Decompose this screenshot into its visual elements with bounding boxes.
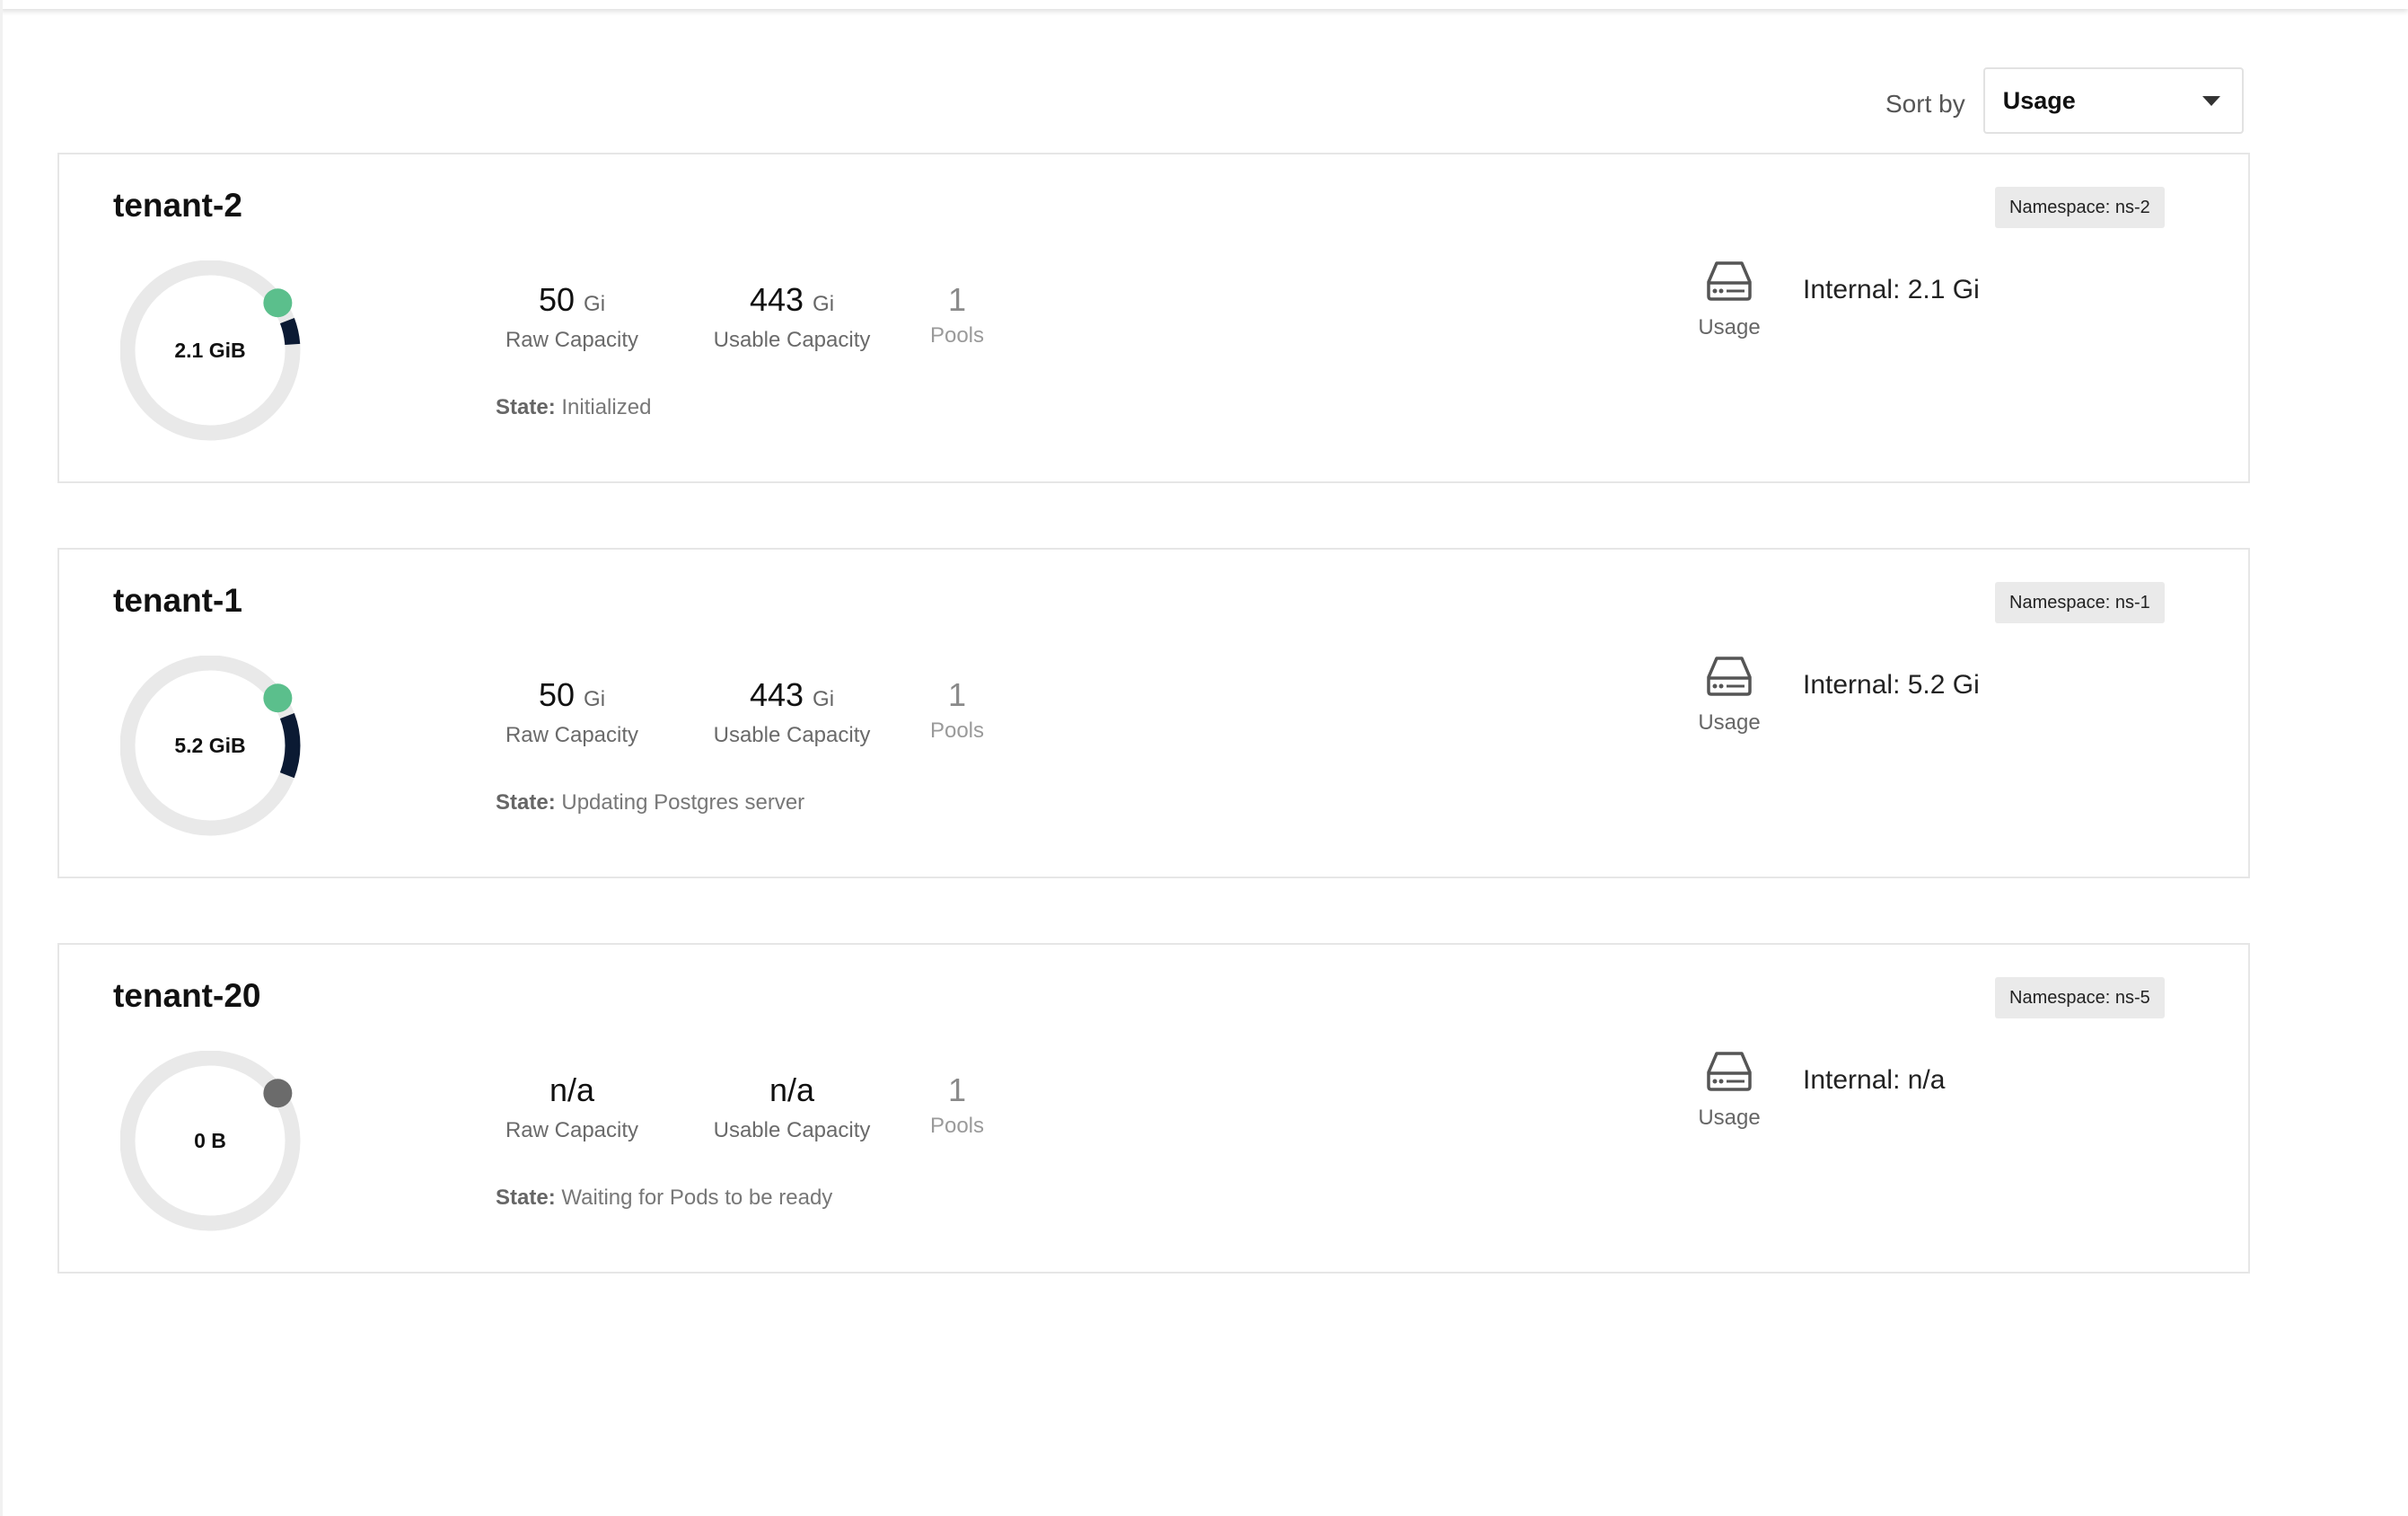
usable-capacity-metric: 443 Gi Usable Capacity [693, 675, 891, 748]
usage-donut: 0 B [120, 1051, 318, 1248]
usable-capacity-value: 443 [749, 676, 804, 713]
pools-value: 1 [947, 676, 967, 713]
usable-capacity-metric: 443 Gi Usable Capacity [693, 280, 891, 353]
tenant-state: State: Waiting for Pods to be ready [496, 1185, 832, 1211]
state-label: State: [496, 1185, 556, 1210]
sort-control: Sort by Usage [1885, 65, 2244, 137]
namespace-badge: Namespace: ns-1 [1995, 582, 2165, 623]
usage-donut: 2.1 GiB [120, 260, 318, 458]
state-label: State: [496, 790, 556, 815]
state-value: Updating Postgres server [561, 790, 805, 815]
pools-metric: 1 Pools [921, 1071, 993, 1139]
usable-capacity-label: Usable Capacity [713, 328, 871, 352]
usage-block: Usage [1684, 260, 1774, 340]
usage-block: Usage [1684, 1051, 1774, 1131]
tenant-state: State: Initialized [496, 395, 651, 420]
raw-capacity-value: 50 [538, 281, 576, 318]
raw-capacity-metric: 50 Gi Raw Capacity [496, 280, 648, 353]
pools-value: 1 [947, 281, 967, 318]
raw-capacity-label: Raw Capacity [505, 328, 639, 352]
raw-capacity-unit: Gi [584, 687, 606, 711]
tenant-name[interactable]: tenant-20 [113, 977, 260, 1015]
usable-capacity-value: n/a [769, 1071, 815, 1108]
namespace-badge: Namespace: ns-2 [1995, 187, 2165, 228]
raw-capacity-value: n/a [549, 1071, 595, 1108]
pools-label: Pools [929, 718, 985, 743]
donut-used-label: 2.1 GiB [174, 338, 246, 362]
left-edge [0, 0, 3, 1516]
tenant-card[interactable]: tenant-1 Namespace: ns-1 5.2 GiB 50 Gi R… [57, 548, 2250, 878]
tenant-card[interactable]: tenant-20 Namespace: ns-5 0 B n/a Raw Ca… [57, 943, 2250, 1274]
internal-usage: Internal: n/a [1803, 1065, 1946, 1095]
sort-selected-value: Usage [2002, 86, 2076, 114]
usage-donut: 5.2 GiB [120, 656, 318, 853]
raw-capacity-metric: 50 Gi Raw Capacity [496, 675, 648, 748]
tenant-card[interactable]: tenant-2 Namespace: ns-2 2.1 GiB 50 Gi R… [57, 153, 2250, 483]
usage-label: Usage [1698, 1106, 1761, 1130]
hard-drive-icon [1707, 657, 1752, 696]
internal-usage: Internal: 2.1 Gi [1803, 275, 1980, 304]
state-value: Initialized [561, 395, 652, 419]
raw-capacity-label: Raw Capacity [505, 723, 639, 747]
pools-label: Pools [929, 323, 985, 348]
state-value: Waiting for Pods to be ready [561, 1185, 833, 1210]
internal-usage: Internal: 5.2 Gi [1803, 670, 1980, 700]
namespace-badge: Namespace: ns-5 [1995, 977, 2165, 1018]
hard-drive-icon [1707, 1052, 1752, 1091]
chevron-down-icon [2201, 95, 2220, 106]
usage-block: Usage [1684, 656, 1774, 736]
raw-capacity-unit: Gi [584, 292, 606, 316]
sort-select[interactable]: Usage [1982, 67, 2244, 134]
usage-label: Usage [1698, 315, 1761, 339]
sort-label: Sort by [1885, 90, 1965, 118]
pools-metric: 1 Pools [921, 280, 993, 348]
usable-capacity-value: 443 [749, 281, 804, 318]
tenant-state: State: Updating Postgres server [496, 790, 804, 815]
donut-used-label: 5.2 GiB [174, 733, 246, 757]
usable-capacity-label: Usable Capacity [713, 1118, 871, 1142]
top-bar [0, 0, 2408, 9]
tenant-name[interactable]: tenant-1 [113, 582, 242, 620]
donut-used-label: 0 B [194, 1128, 226, 1152]
raw-capacity-metric: n/a Raw Capacity [496, 1071, 648, 1143]
pools-value: 1 [947, 1071, 967, 1108]
raw-capacity-label: Raw Capacity [505, 1118, 639, 1142]
tenant-name[interactable]: tenant-2 [113, 187, 242, 225]
pools-label: Pools [929, 1114, 985, 1138]
state-label: State: [496, 395, 556, 419]
usable-capacity-unit: Gi [813, 292, 835, 316]
usable-capacity-label: Usable Capacity [713, 723, 871, 747]
pools-metric: 1 Pools [921, 675, 993, 744]
usage-label: Usage [1698, 710, 1761, 735]
hard-drive-icon [1707, 261, 1752, 301]
usable-capacity-metric: n/a Usable Capacity [693, 1071, 891, 1143]
raw-capacity-value: 50 [538, 676, 576, 713]
usable-capacity-unit: Gi [813, 687, 835, 711]
